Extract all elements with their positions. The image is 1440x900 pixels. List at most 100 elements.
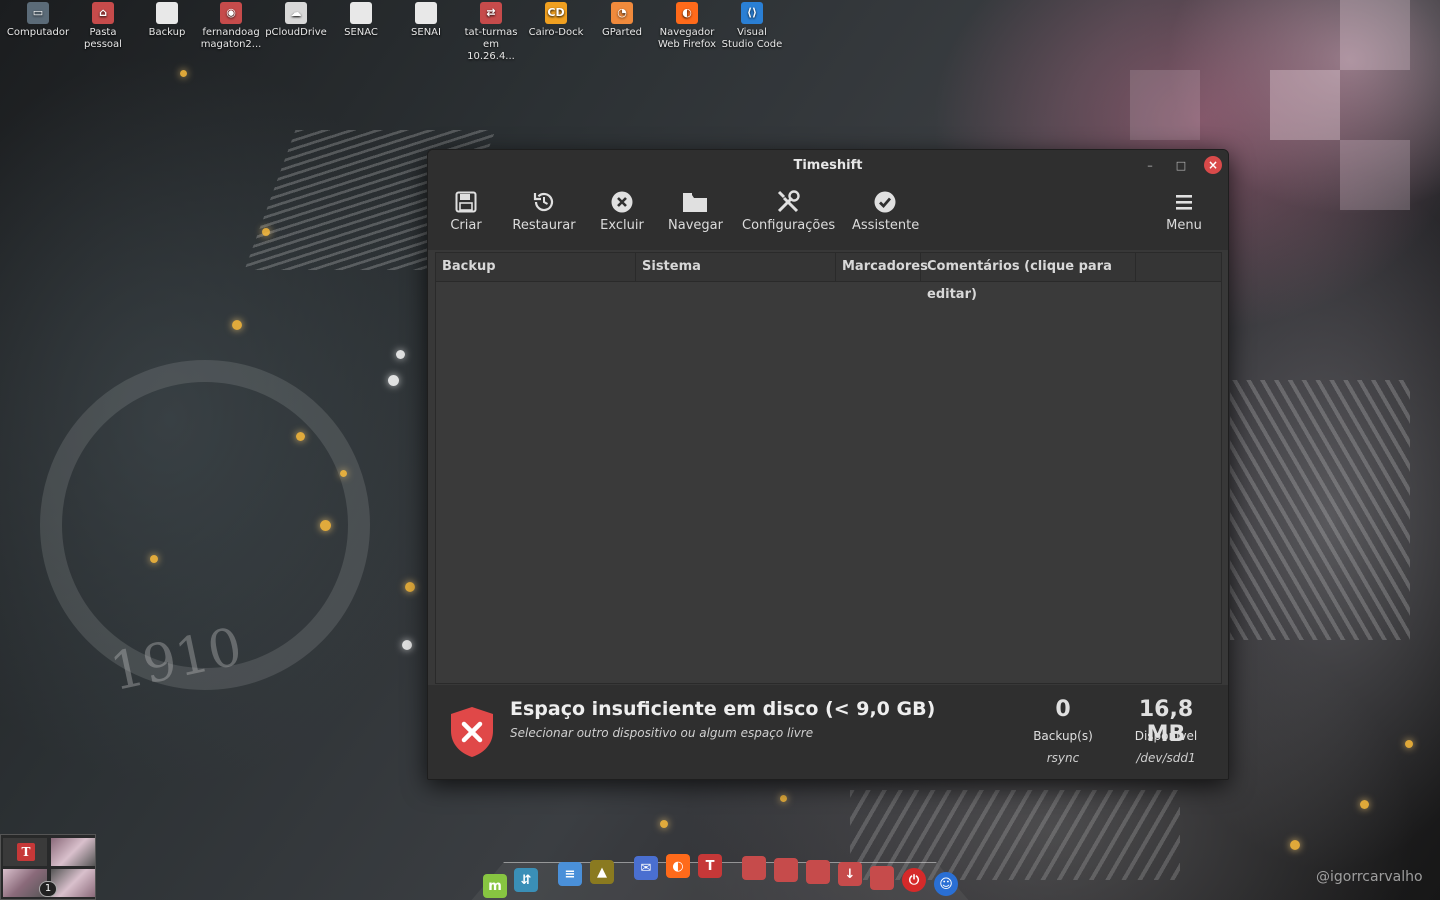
desktop-icon[interactable]: SENAI (394, 2, 458, 39)
wallpaper-light (150, 555, 158, 563)
wallpaper-emblem-ring (40, 360, 370, 690)
column-backup[interactable]: Backup (436, 253, 636, 281)
download-folder-icon[interactable]: ↓ (838, 862, 862, 886)
workspace-window-count: 1 (39, 881, 57, 897)
desktop-icon[interactable]: ☁ pCloudDrive (264, 2, 328, 39)
file-icon (350, 2, 372, 24)
desktop-icon[interactable]: ◔ GParted (590, 2, 654, 39)
drive-folder-icon: ◉ (220, 2, 242, 24)
wallpaper-pixel (1130, 70, 1200, 140)
workspace-4[interactable] (51, 869, 95, 897)
wizard-button[interactable]: Assistente (852, 188, 919, 244)
image-viewer-icon[interactable]: ▲ (590, 860, 614, 884)
create-button[interactable]: Criar (446, 188, 486, 244)
accessibility-icon[interactable]: ☺ (934, 872, 958, 896)
workspace-switcher[interactable]: T 1 (0, 834, 96, 900)
desktop-icon[interactable]: ⌂ Pasta pessoal (71, 2, 135, 51)
minimize-button[interactable]: – (1141, 156, 1159, 174)
wallpaper-light (232, 320, 242, 330)
column-tags[interactable]: Marcadores (836, 253, 928, 281)
wallpaper-light (1360, 800, 1369, 809)
wallpaper-light (388, 375, 399, 386)
window-titlebar[interactable]: Timeshift – □ × (428, 150, 1228, 180)
desktop-icon-label: Computador (6, 27, 70, 38)
file-icon (415, 2, 437, 24)
power-icon[interactable]: ⏻ (902, 868, 926, 892)
settings-button[interactable]: Configurações (742, 188, 836, 244)
wallpaper-light (262, 228, 270, 236)
desktop-icon[interactable]: CD Cairo-Dock (524, 2, 588, 39)
save-icon (446, 188, 486, 216)
desktop-icon[interactable]: ⇄ tat-turmas em 10.26.4... (459, 2, 523, 63)
desktop-icon[interactable]: ▭ Computador (6, 2, 70, 39)
text-editor-icon[interactable]: ≡ (558, 862, 582, 886)
wallpaper-pixel (1340, 140, 1410, 210)
delete-circle-icon (600, 188, 644, 216)
desktop-icon-label: SENAC (344, 27, 378, 38)
create-label: Criar (450, 218, 482, 233)
wallpaper-light (340, 470, 347, 477)
hamburger-menu-icon (1164, 188, 1204, 216)
restore-button[interactable]: Restaurar (512, 188, 576, 244)
column-system[interactable]: Sistema (636, 253, 836, 281)
cloud-drive-icon: ☁ (285, 2, 307, 24)
snapshot-table: Backup Sistema Marcadores Comentários (c… (435, 252, 1222, 684)
delete-button[interactable]: Excluir (600, 188, 644, 244)
folder-icon[interactable] (806, 860, 830, 884)
wallpaper-stairs (1230, 380, 1410, 640)
folder-icon[interactable] (742, 856, 766, 880)
maximize-button[interactable]: □ (1172, 156, 1190, 174)
menu-button[interactable]: Menu (1164, 188, 1204, 244)
table-header: Backup Sistema Marcadores Comentários (c… (436, 253, 1221, 302)
firefox-icon[interactable]: ◐ (666, 854, 690, 878)
browse-button[interactable]: Navegar (668, 188, 723, 244)
desktop-icon[interactable]: SENAC (329, 2, 393, 39)
file-manager-icon[interactable]: ⇵ (514, 868, 538, 892)
check-circle-icon (852, 188, 918, 216)
table-body[interactable] (436, 282, 1221, 683)
wallpaper-watermark: @igorrcarvalho (1316, 869, 1423, 885)
delete-label: Excluir (600, 218, 644, 233)
wallpaper-light (1405, 740, 1413, 748)
desktop-icon-label: fernandoag magaton2... (200, 27, 262, 50)
close-button[interactable]: × (1204, 156, 1222, 174)
timeshift-window: Timeshift – □ × Criar Restaurar Excluir (427, 149, 1229, 780)
desktop-icon[interactable]: ◉ fernandoag magaton2... (199, 2, 263, 51)
column-comments[interactable]: Comentários (clique para editar) (921, 253, 1136, 302)
desktop-icon-label: Pasta pessoal (84, 27, 122, 50)
folder-icon (668, 188, 722, 216)
wallpaper-pixel (1340, 0, 1410, 70)
workspace-2[interactable] (51, 838, 95, 866)
folder-icon[interactable] (870, 866, 894, 890)
desktop-icon[interactable]: Backup (135, 2, 199, 39)
status-title: Espaço insuficiente em disco (< 9,0 GB) (510, 698, 936, 720)
file-icon (156, 2, 178, 24)
font-manager-icon: T (17, 843, 35, 861)
linux-mint-icon[interactable]: m (483, 874, 507, 898)
history-icon (512, 188, 576, 216)
backup-count: 0 (1055, 697, 1071, 722)
wallpaper-light (296, 432, 305, 441)
status-subtitle: Selecionar outro dispositivo ou algum es… (510, 726, 814, 740)
desktop-icon-label: Backup (148, 27, 186, 38)
font-manager-icon[interactable]: T (698, 854, 722, 878)
backup-count-label: Backup(s) (1033, 729, 1093, 743)
firefox-icon: ◐ (676, 2, 698, 24)
mail-icon[interactable]: ✉ (634, 856, 658, 880)
desktop-icon-label: SENAI (411, 27, 441, 38)
desktop-icon[interactable]: ⟨⟩ Visual Studio Code (720, 2, 784, 51)
wallpaper-light (180, 70, 187, 77)
desktop-icon-label: tat-turmas em 10.26.4... (464, 27, 518, 62)
wallpaper-light (405, 582, 415, 592)
available-space-label: Disponível (1134, 729, 1198, 743)
folder-icon[interactable] (774, 858, 798, 882)
desktop-icon[interactable]: ◐ Navegador Web Firefox (655, 2, 719, 51)
available-space-stat: 16,8 MB Disponível /dev/sdd1 (1118, 697, 1214, 765)
settings-label: Configurações (742, 218, 836, 233)
desktop-icon-label: Visual Studio Code (721, 27, 783, 50)
backup-mode: rsync (1046, 751, 1080, 765)
wallpaper-light (396, 350, 405, 359)
restore-label: Restaurar (512, 218, 576, 233)
vscode-icon: ⟨⟩ (741, 2, 763, 24)
workspace-1[interactable]: T (3, 838, 47, 866)
